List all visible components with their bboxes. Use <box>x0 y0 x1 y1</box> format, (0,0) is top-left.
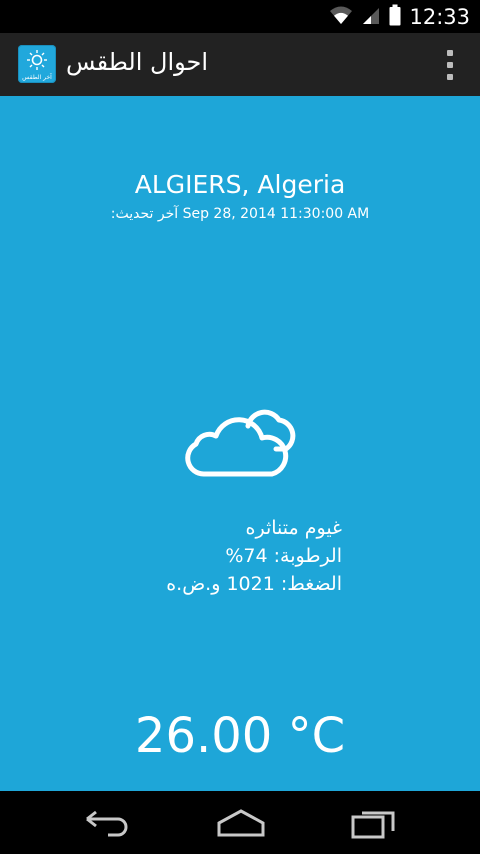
action-bar: آخر الطقس احوال الطقس <box>0 33 480 96</box>
app-title: احوال الطقس <box>66 48 209 76</box>
humidity-row: الرطوبة: 74% <box>166 542 342 570</box>
weather-details: غيوم متناثره الرطوبة: 74% الضغط: 1021 و.… <box>166 514 342 598</box>
signal-icon <box>361 5 381 29</box>
app-icon-caption: آخر الطقس <box>22 72 52 81</box>
pressure-label: الضغط: <box>280 573 342 595</box>
navigation-bar <box>0 791 480 854</box>
status-icons: 12:33 <box>329 4 470 30</box>
overflow-dot-icon <box>447 74 453 80</box>
humidity-value: 74% <box>225 545 268 567</box>
last-updated-label: آخر تحديث: <box>110 206 179 222</box>
home-button[interactable] <box>216 809 266 841</box>
back-button[interactable] <box>84 809 130 841</box>
recent-apps-icon <box>351 811 395 839</box>
condition-text: غيوم متناثره <box>245 517 342 539</box>
cloud-icon <box>184 404 296 486</box>
last-updated: آخر تحديث: Sep 28, 2014 11:30:00 AM <box>0 206 480 222</box>
last-updated-time: Sep 28, 2014 11:30:00 AM <box>182 206 370 222</box>
home-icon <box>217 809 265 837</box>
recent-apps-button[interactable] <box>350 809 396 843</box>
wifi-icon <box>329 5 353 29</box>
overflow-dot-icon <box>447 50 453 56</box>
pressure-value: 1021 و.ض.ه <box>166 573 275 595</box>
status-bar: 12:33 <box>0 0 480 33</box>
app-icon[interactable]: آخر الطقس <box>18 45 56 83</box>
status-time: 12:33 <box>409 5 470 29</box>
back-icon <box>86 810 128 837</box>
battery-icon <box>389 4 401 30</box>
overflow-menu-button[interactable] <box>446 50 454 80</box>
sun-icon: آخر الطقس <box>22 50 52 81</box>
pressure-row: الضغط: 1021 و.ض.ه <box>166 570 342 598</box>
temperature: 26.00 °C <box>134 708 346 764</box>
weather-panel: ALGIERS, Algeria آخر تحديث: Sep 28, 2014… <box>0 96 480 791</box>
overflow-dot-icon <box>447 62 453 68</box>
humidity-label: الرطوبة: <box>273 545 342 567</box>
city-name: ALGIERS, Algeria <box>134 170 346 199</box>
